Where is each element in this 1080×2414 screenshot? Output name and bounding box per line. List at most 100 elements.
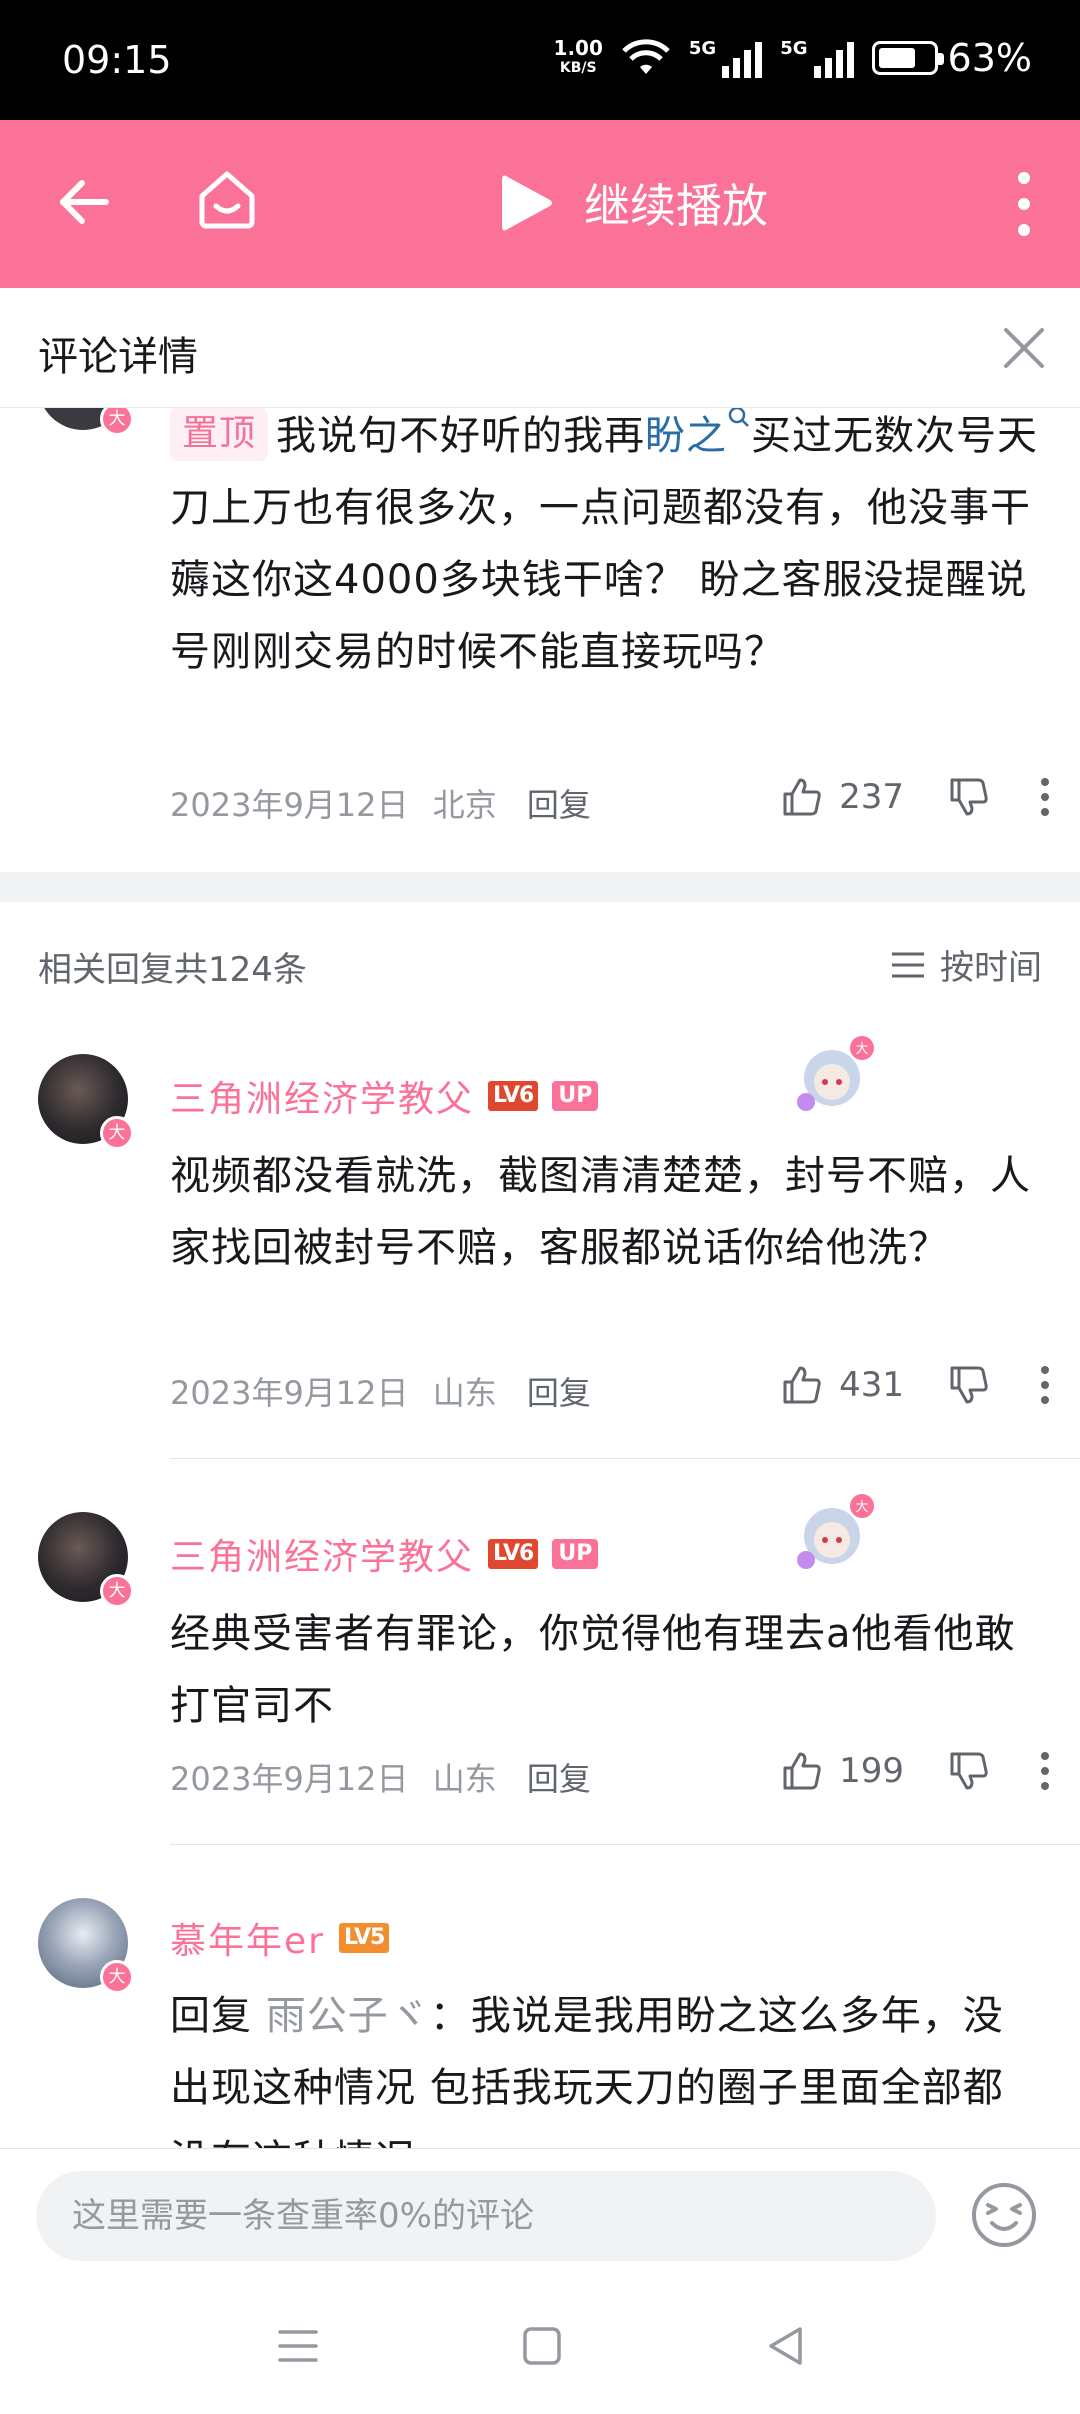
net-speed-value: 1.00 [553, 36, 603, 60]
up-badge: UP [552, 1081, 599, 1111]
reply-item: 大 三角洲经济学教父 LV6 UP 大 视频都没看就洗，截图清清楚楚，封号不赔，… [0, 1022, 1080, 1482]
comment-location: 山东 [432, 1760, 497, 1798]
section-divider [0, 872, 1080, 902]
main-comment: 大 置顶 我说句不好听的我再盼之 买过无数次号天刀上万也有很多次，一点问题都没有，他… [0, 408, 1080, 880]
status-time: 09:15 [62, 38, 172, 82]
like-button[interactable]: 431 [781, 1364, 904, 1406]
comment-meta: 2023年9月12日 北京 回复 [170, 780, 591, 826]
comment-date: 2023年9月12日 [170, 1760, 409, 1798]
thumbs-down-icon[interactable] [948, 776, 990, 818]
thumbs-up-icon [783, 778, 821, 816]
avatar[interactable]: 大 [38, 1898, 134, 1994]
play-icon [502, 175, 552, 231]
avatar-pendant-icon: 大 [797, 1494, 874, 1569]
thumbs-up-icon [783, 1752, 821, 1790]
like-button[interactable]: 237 [781, 776, 904, 818]
comment-meta: 2023年9月12日 山东 回复 [170, 1368, 591, 1414]
keyword-link[interactable]: 盼之 [645, 408, 751, 459]
level-badge: LV5 [338, 1923, 390, 1953]
username-row: 三角洲经济学教父 LV6 UP [170, 1070, 599, 1122]
close-icon[interactable] [998, 322, 1050, 374]
replies-header: 相关回复共124条 按时间 [0, 902, 1080, 1022]
menu-icon[interactable] [276, 2324, 320, 2368]
avatar-pendant-icon: 大 [797, 1036, 874, 1111]
thumbs-up-icon [783, 1366, 821, 1404]
home-square-icon[interactable] [520, 2324, 564, 2368]
wifi-icon [622, 39, 670, 74]
more-options-icon[interactable] [1040, 1751, 1050, 1791]
reply-button[interactable]: 回复 [527, 1760, 591, 1798]
signal-icon-2: 5G [780, 38, 854, 78]
net-speed-unit: KB/S [559, 60, 597, 76]
comment-actions: 431 [781, 1364, 1050, 1406]
avatar[interactable]: 大 [38, 408, 134, 436]
sort-list-icon [892, 952, 924, 977]
emoji-icon[interactable] [970, 2181, 1038, 2249]
like-button[interactable]: 199 [781, 1750, 904, 1792]
username-row: 三角洲经济学教父 LV6 UP [170, 1528, 599, 1580]
like-count: 431 [839, 1365, 904, 1405]
username[interactable]: 慕年年er [170, 1912, 325, 1964]
vip-badge-icon: 大 [100, 1574, 134, 1608]
back-triangle-icon[interactable] [764, 2324, 808, 2368]
reply-text: 视频都没看就洗，截图清清楚楚，封号不赔，人家找回被封号不赔，客服都说话你给他洗？ [170, 1153, 1031, 1271]
more-options-icon[interactable] [1040, 1365, 1050, 1405]
reply-count: 相关回复共124条 [38, 950, 307, 990]
more-options-icon[interactable] [1040, 777, 1050, 817]
sort-label: 按时间 [940, 948, 1042, 988]
continue-play-button[interactable]: 继续播放 [500, 170, 768, 236]
vip-badge-icon: 大 [100, 1960, 134, 1994]
comment-location: 北京 [432, 786, 497, 824]
reply-button[interactable]: 回复 [527, 1374, 591, 1412]
reply-divider [170, 1458, 1080, 1459]
comment-input-bar: 这里需要一条查重率0%的评论 [0, 2148, 1080, 2278]
reply-prefix: 回复 [170, 1993, 252, 2039]
username[interactable]: 三角洲经济学教父 [170, 1528, 474, 1580]
reply-divider [170, 1844, 1080, 1845]
thumbs-down-icon[interactable] [948, 1364, 990, 1406]
status-bar: 09:15 1.00 KB/S 5G 5G 63% [0, 0, 1080, 120]
sort-by-time-button[interactable]: 按时间 [890, 940, 1042, 989]
like-count: 199 [839, 1751, 904, 1791]
avatar[interactable]: 大 [38, 1512, 134, 1608]
comment-actions: 199 [781, 1750, 1050, 1792]
pinned-badge: 置顶 [170, 408, 269, 461]
comment-location: 山东 [432, 1374, 497, 1412]
more-vertical-icon[interactable] [1014, 172, 1034, 236]
comment-text-part: 我说句不好听的我再 [276, 413, 646, 459]
mention-link[interactable]: 雨公子ヾ [266, 1993, 430, 2039]
level-badge: LV6 [488, 1081, 539, 1111]
reply-text: 经典受害者有罪论，你觉得他有理去a他看他敢打官司不 [170, 1611, 1016, 1729]
comment-actions: 237 [781, 776, 1050, 818]
level-badge: LV6 [488, 1539, 539, 1569]
comment-input[interactable]: 这里需要一条查重率0%的评论 [36, 2171, 936, 2261]
top-app-bar: 继续播放 [0, 120, 1080, 288]
search-icon [728, 408, 749, 427]
signal-icon-1: 5G [689, 38, 763, 78]
battery-icon [871, 41, 944, 75]
home-icon[interactable] [194, 166, 260, 232]
thumbs-down-icon[interactable] [948, 1750, 990, 1792]
comment-date: 2023年9月12日 [170, 786, 409, 824]
up-badge: UP [552, 1539, 599, 1569]
like-count: 237 [839, 777, 904, 817]
svg-text:大: 大 [855, 1500, 868, 1515]
net-speed-indicator: 1.00 KB/S [554, 38, 603, 78]
comment-detail-header: 评论详情 [0, 288, 1080, 408]
main-comment-text: 置顶 我说句不好听的我再盼之 买过无数次号天刀上万也有很多次，一点问题都没有，他没事… [170, 408, 1040, 688]
svg-text:大: 大 [855, 1042, 868, 1057]
comment-scroll-area[interactable]: 大 置顶 我说句不好听的我再盼之 买过无数次号天刀上万也有很多次，一点问题都没有，他… [0, 408, 1080, 2148]
reply-text: 回复 雨公子ヾ：我说是我用盼之这么多年，没出现这种情况 包括我玩天刀的圈子里面全… [170, 1980, 1040, 2148]
back-arrow-icon[interactable] [54, 172, 114, 232]
avatar[interactable]: 大 [38, 1054, 134, 1150]
continue-play-label: 继续播放 [584, 179, 768, 233]
username-row: 慕年年er LV5 [170, 1912, 390, 1964]
comment-date: 2023年9月12日 [170, 1374, 409, 1412]
battery-percent: 63% [947, 36, 1032, 80]
system-navigation-bar [0, 2278, 1080, 2414]
page-title: 评论详情 [38, 334, 198, 380]
reply-button[interactable]: 回复 [527, 786, 591, 824]
comment-meta: 2023年9月12日 山东 回复 [170, 1754, 591, 1800]
vip-badge-icon: 大 [100, 1116, 134, 1150]
username[interactable]: 三角洲经济学教父 [170, 1070, 474, 1122]
